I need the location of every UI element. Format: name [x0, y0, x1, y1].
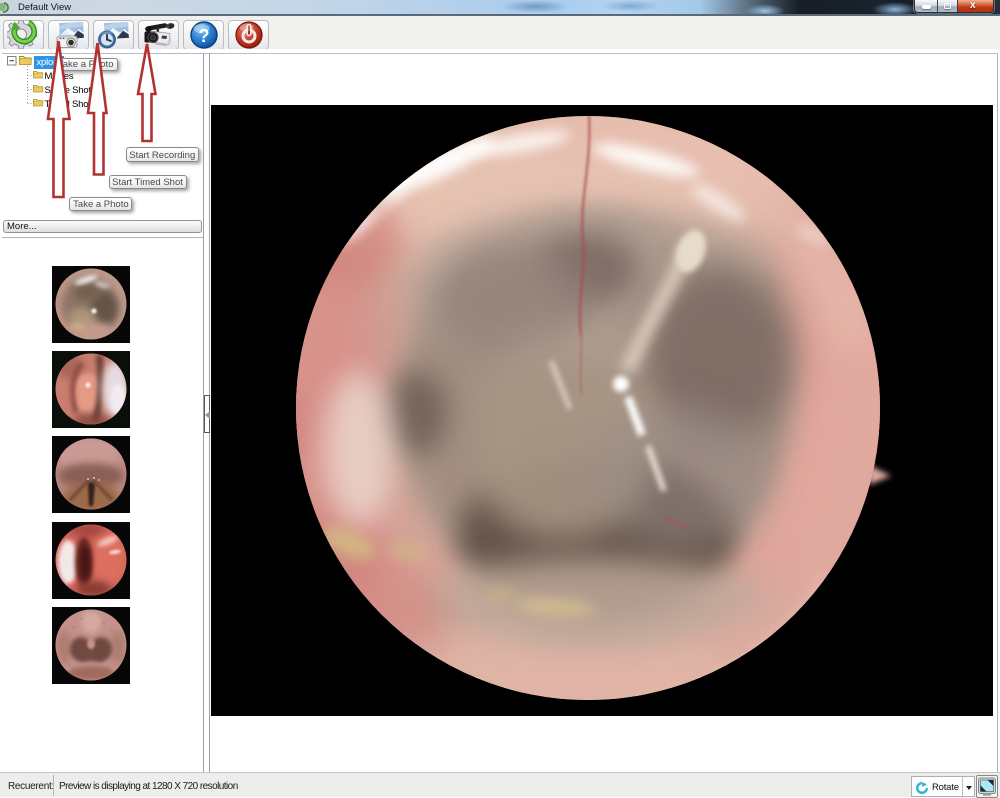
svg-text:?: ? — [198, 26, 209, 46]
